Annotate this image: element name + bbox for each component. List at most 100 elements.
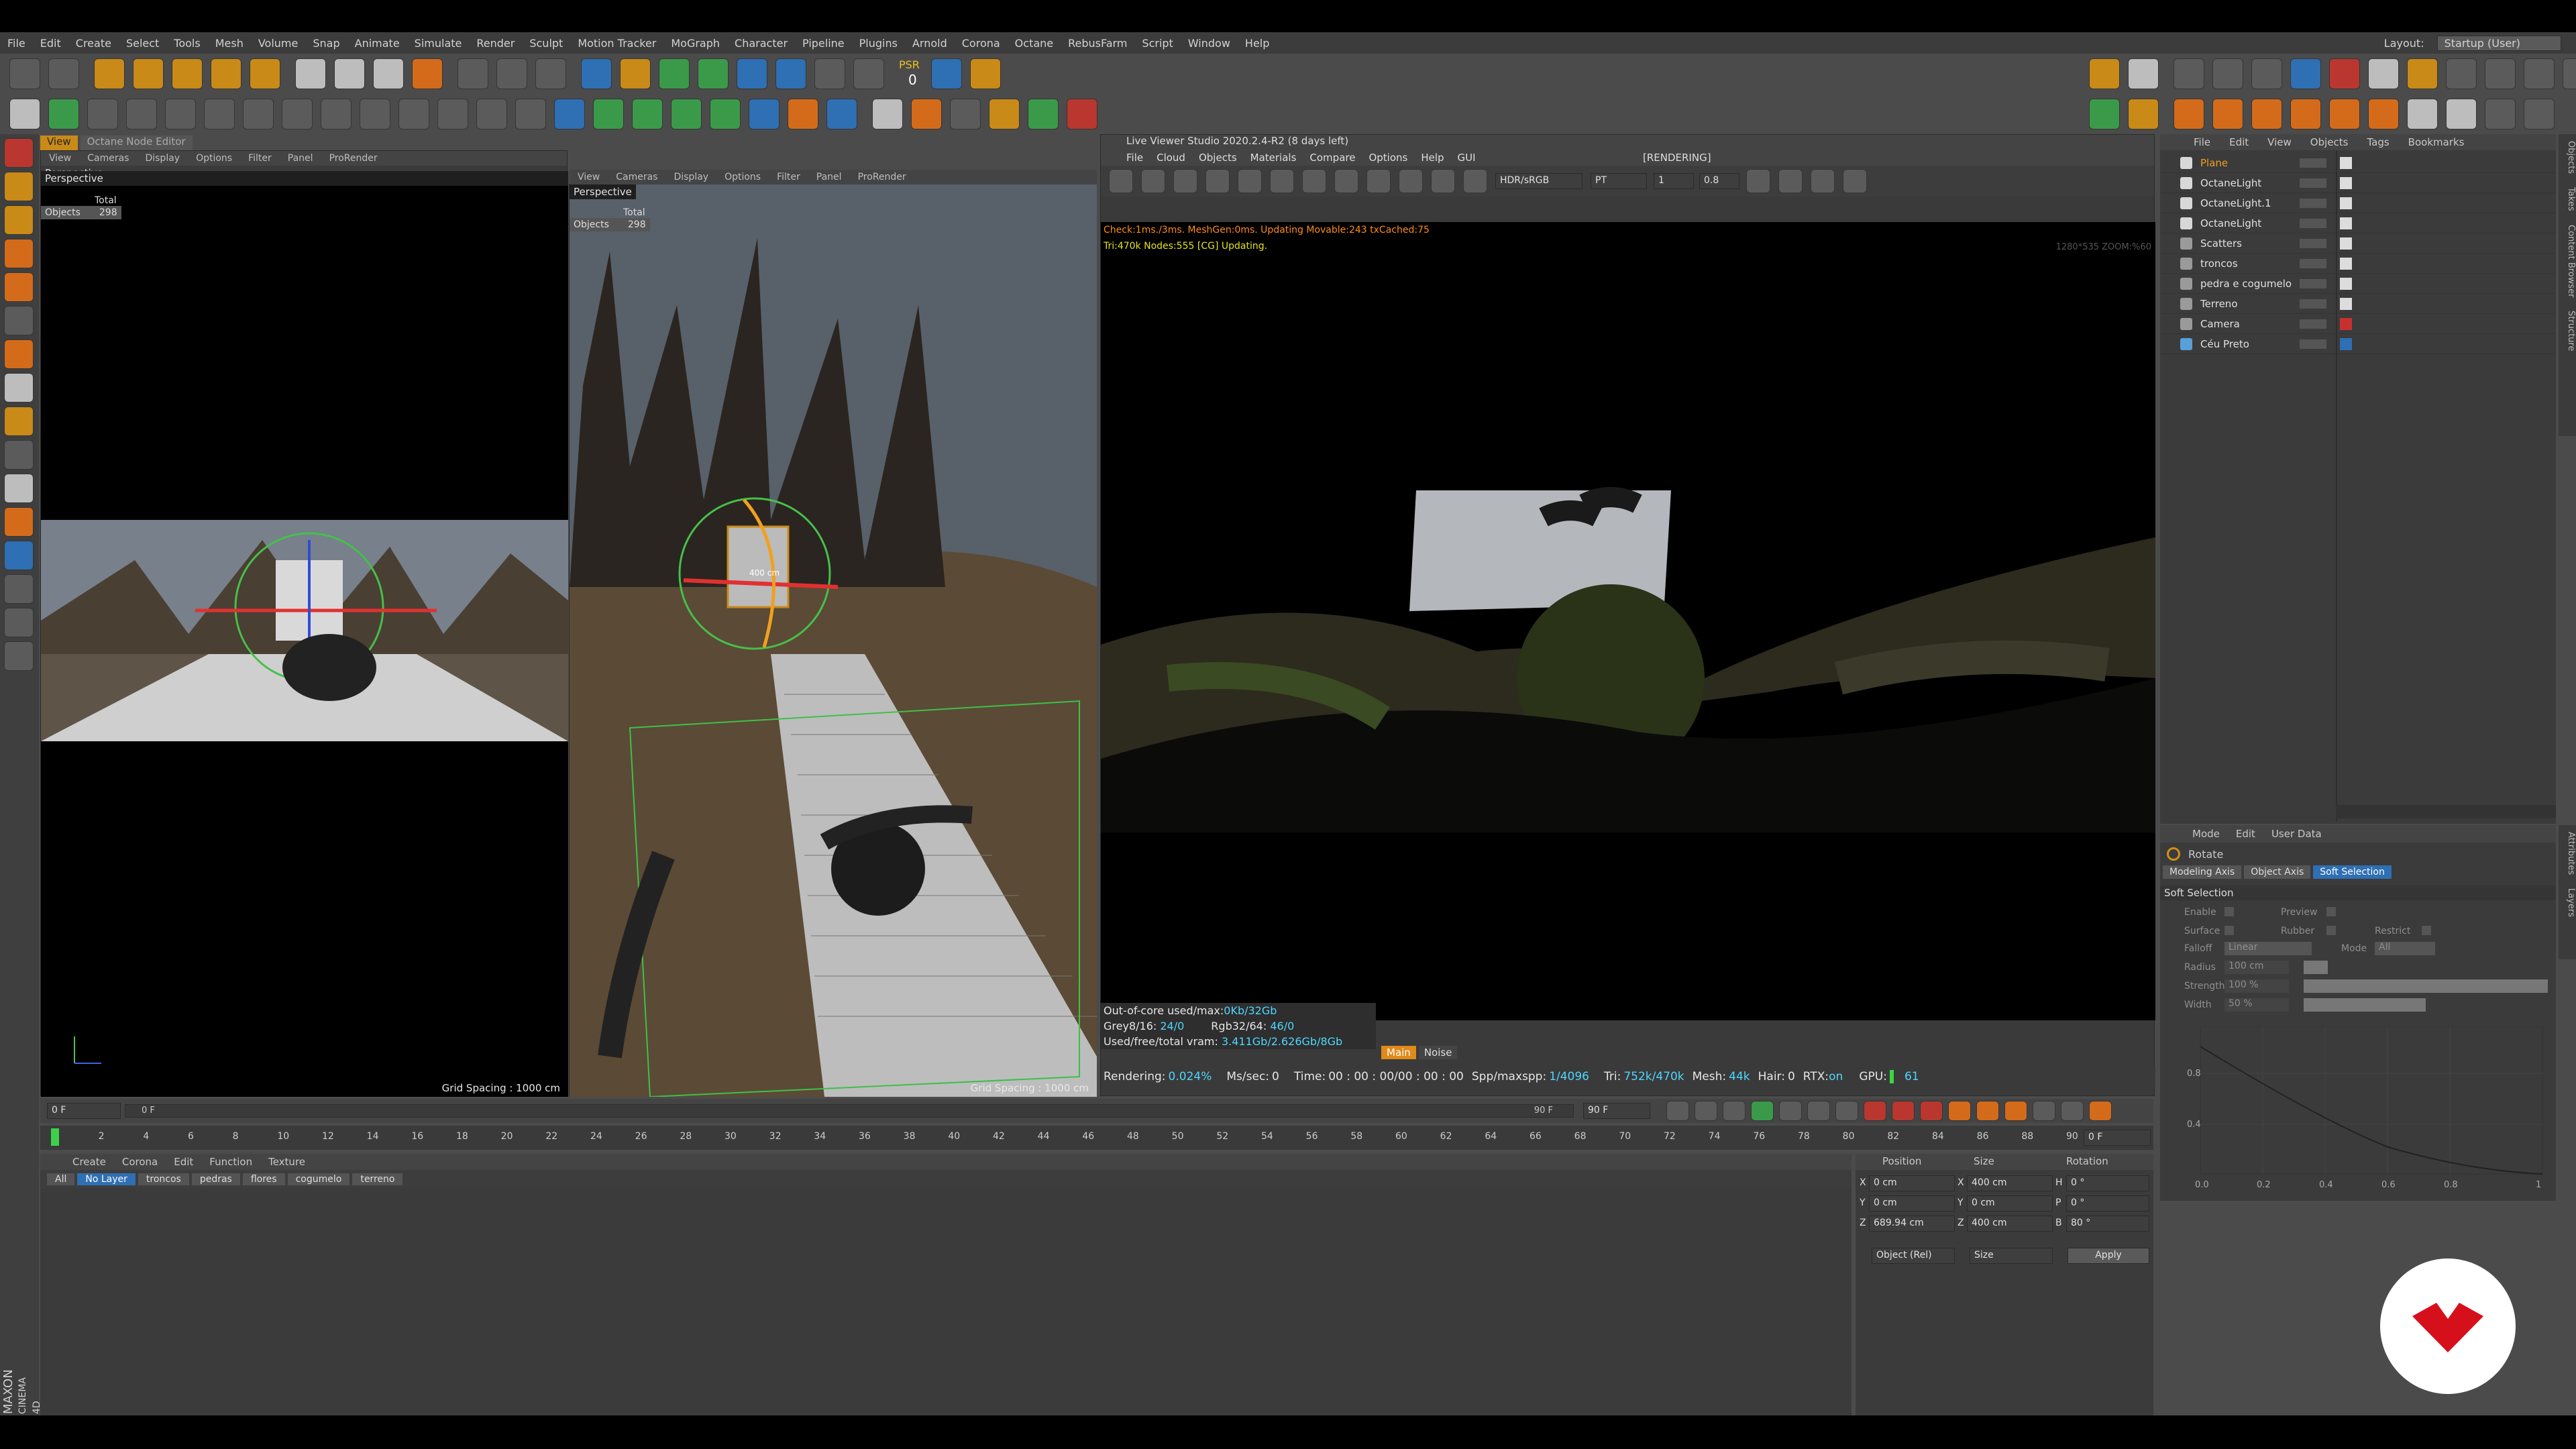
object-tag-icon[interactable]: [2340, 176, 2352, 189]
lv-menu-objects[interactable]: Objects: [1192, 152, 1244, 164]
octane-green-icon[interactable]: [1028, 99, 1059, 129]
octane-sphere-half-icon[interactable]: [2485, 58, 2516, 89]
object-row[interactable]: troncos: [2160, 254, 2556, 274]
lv-sphere2-icon[interactable]: [1334, 169, 1358, 193]
width-field[interactable]: 50 %: [2224, 998, 2289, 1012]
object-row[interactable]: Céu Preto: [2160, 334, 2556, 354]
viewport-tab-0[interactable]: View: [40, 136, 78, 150]
viewport2-menu-filter[interactable]: Filter: [769, 172, 808, 182]
angle-icon[interactable]: [4, 407, 34, 436]
object-visibility-toggles[interactable]: [2300, 238, 2326, 248]
side-tab-content-browser[interactable]: Content Browser: [2566, 218, 2576, 305]
octane-paint-icon[interactable]: [671, 99, 702, 129]
menu-character[interactable]: Character: [727, 37, 795, 50]
menu-mesh[interactable]: Mesh: [208, 37, 251, 50]
side-tab-takes[interactable]: Takes: [2566, 180, 2576, 218]
enable-checkbox[interactable]: [2224, 907, 2234, 916]
camera-icon[interactable]: [814, 58, 845, 89]
coord-position-field[interactable]: 689.94 cm: [1869, 1216, 1955, 1232]
object-name[interactable]: Scatters: [2200, 237, 2301, 250]
viewport1-menu-prorender[interactable]: ProRender: [321, 153, 386, 164]
lv-rect-icon[interactable]: [1778, 169, 1803, 193]
width-slider[interactable]: [2304, 998, 2426, 1012]
octane-disc-icon[interactable]: [2174, 99, 2204, 129]
make-editable-icon[interactable]: [4, 172, 34, 201]
object-name[interactable]: Céu Preto: [2200, 338, 2301, 350]
deformer-icon[interactable]: [737, 58, 767, 89]
mat-menu-corona[interactable]: Corona: [114, 1156, 166, 1168]
menu-snap[interactable]: Snap: [305, 37, 347, 50]
menu-mograph[interactable]: MoGraph: [663, 37, 727, 50]
object-row[interactable]: OctaneLight: [2160, 213, 2556, 233]
globe-icon[interactable]: [554, 99, 585, 129]
octane-sphere-grey-icon[interactable]: [2446, 58, 2477, 89]
texture-icon[interactable]: [4, 205, 34, 235]
strength-field[interactable]: 100 %: [2224, 979, 2289, 993]
lv-info-icon[interactable]: [1431, 169, 1455, 193]
viewport-center[interactable]: View Cameras Display Options Filter Panel ProR…: [569, 170, 1097, 1097]
lv-box2-icon[interactable]: [1399, 169, 1423, 193]
object-tag-icon[interactable]: [2340, 257, 2352, 270]
octane-circle-icon[interactable]: [2128, 58, 2159, 89]
mode-select[interactable]: All: [2375, 942, 2435, 955]
viewport-solo-icon[interactable]: [9, 99, 40, 129]
menu-pipeline[interactable]: Pipeline: [795, 37, 852, 50]
snap-icon[interactable]: [398, 99, 429, 129]
attr-tab-object-axis[interactable]: Object Axis: [2244, 865, 2311, 879]
object-name[interactable]: OctaneLight.1: [2200, 197, 2301, 209]
object-row[interactable]: pedra e cogumelo: [2160, 274, 2556, 294]
layout-selector[interactable]: Layout: Startup (User): [2377, 32, 2561, 54]
layout-split-icon[interactable]: [872, 99, 903, 129]
object-visibility-toggles[interactable]: [2300, 319, 2326, 329]
lv-mode-select[interactable]: PT: [1591, 173, 1647, 189]
octane-brush-icon[interactable]: [632, 99, 663, 129]
om-menu-tags[interactable]: Tags: [2357, 136, 2398, 148]
magnet-icon[interactable]: [4, 440, 34, 470]
lv-sphere-icon[interactable]: [1302, 169, 1326, 193]
viewport1-menu-display[interactable]: Display: [137, 153, 188, 164]
restrict-checkbox[interactable]: [2422, 926, 2431, 935]
coord-mode-select[interactable]: Object (Rel): [1872, 1248, 1955, 1264]
recent-tool-icon[interactable]: [250, 58, 280, 89]
menu-octane[interactable]: Octane: [1008, 37, 1061, 50]
object-manager-scrollbar[interactable]: [2336, 805, 2556, 818]
box-orange-icon[interactable]: [4, 339, 34, 369]
lv-menu-compare[interactable]: Compare: [1303, 152, 1362, 164]
om-menu-file[interactable]: File: [2184, 136, 2220, 148]
coord-size-field[interactable]: 400 cm: [1967, 1216, 2053, 1232]
key-param-icon[interactable]: [2033, 1101, 2055, 1121]
viewport-tab-1[interactable]: Octane Node Editor: [80, 136, 193, 150]
box-icon[interactable]: [4, 272, 34, 302]
spiral-icon[interactable]: [4, 507, 34, 537]
rubber-checkbox[interactable]: [2326, 926, 2336, 935]
menu-sculpt[interactable]: Sculpt: [522, 37, 570, 50]
object-visibility-toggles[interactable]: [2300, 198, 2326, 208]
prev-frame-icon[interactable]: [1723, 1101, 1746, 1121]
cloner-icon[interactable]: [698, 58, 729, 89]
grid-small-icon[interactable]: [4, 608, 34, 637]
octane-sphere-white-icon[interactable]: [2407, 99, 2438, 129]
attr-menu-mode[interactable]: Mode: [2184, 828, 2228, 840]
record-keys-icon[interactable]: [1864, 1101, 1886, 1121]
object-visibility-toggles[interactable]: [2300, 178, 2326, 188]
viewport2-menu-display[interactable]: Display: [665, 172, 716, 182]
viewport1-menu-panel[interactable]: Panel: [280, 153, 321, 164]
autokey-icon[interactable]: [1892, 1101, 1915, 1121]
texture-mode-icon[interactable]: [282, 99, 313, 129]
octane-gear-icon[interactable]: [2174, 58, 2204, 89]
lv-region-icon[interactable]: [1205, 169, 1230, 193]
side-tab-attributes[interactable]: Attributes: [2566, 825, 2576, 881]
coord-rotation-field[interactable]: 80 °: [2066, 1216, 2149, 1232]
keyframe-selection-icon[interactable]: [1920, 1101, 1943, 1121]
object-visibility-toggles[interactable]: [2300, 258, 2326, 268]
menu-plugins[interactable]: Plugins: [852, 37, 905, 50]
s-plugin-icon[interactable]: [788, 99, 818, 129]
layout-value[interactable]: Startup (User): [2436, 35, 2561, 51]
object-name[interactable]: troncos: [2200, 258, 2301, 270]
object-visibility-toggles[interactable]: [2300, 278, 2326, 288]
octane-splash-icon[interactable]: [2290, 99, 2321, 129]
object-visibility-toggles[interactable]: [2300, 299, 2326, 309]
menu-create[interactable]: Create: [68, 37, 119, 50]
object-row[interactable]: OctaneLight: [2160, 173, 2556, 193]
octane-sun-icon[interactable]: [2407, 58, 2438, 89]
